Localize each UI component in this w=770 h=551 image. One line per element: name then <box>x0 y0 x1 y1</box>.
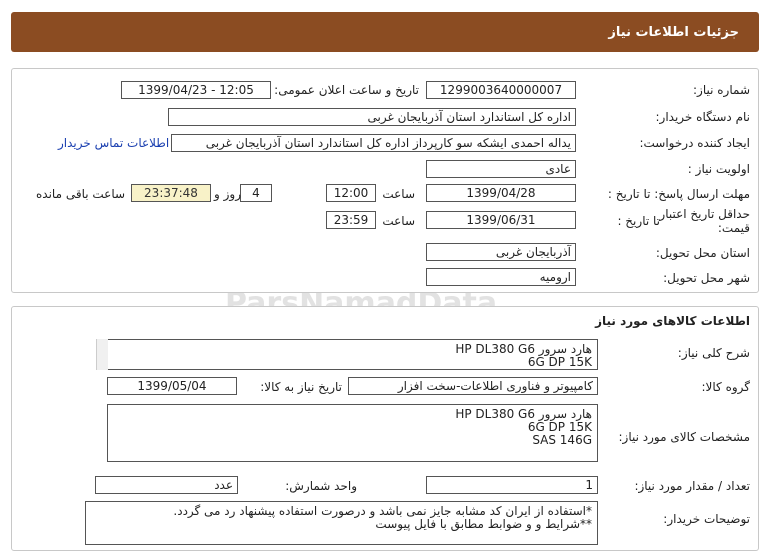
description-label: شرح کلی نیاز: <box>677 346 750 360</box>
goods-section-title: اطلاعات کالاهای مورد نیاز <box>595 314 750 328</box>
validity-label-line1: حداقل تاریخ اعتبار <box>659 207 750 221</box>
buyer-field: اداره کل استاندارد استان آذربایجان غربی <box>168 108 576 126</box>
page-header: جزئیات اطلاعات نیاز <box>11 12 759 52</box>
quantity-field: 1 <box>426 476 598 494</box>
remaining-time-field: 23:37:48 <box>131 184 211 202</box>
need-number-label: شماره نیاز: <box>693 83 750 97</box>
deadline-date-field: 1399/04/28 <box>426 184 576 202</box>
city-label: شهر محل تحویل: <box>663 271 750 285</box>
days-remaining-field: 4 <box>240 184 272 202</box>
need-number-field: 1299003640000007 <box>426 81 576 99</box>
need-date-label: تاریخ نیاز به کالا: <box>260 380 342 394</box>
unit-field: عدد <box>95 476 238 494</box>
description-line-1: هارد سرور HP DL380 G6 <box>455 342 592 356</box>
deadline-label: مهلت ارسال پاسخ: تا تاریخ : <box>607 187 750 201</box>
buyer-notes-line-2: **شرایط و و ضوابط مطابق با فایل پیوست <box>375 517 592 531</box>
buyer-notes-field: *استفاده از ایران کد مشابه جایز نمی باشد… <box>85 501 598 545</box>
description-scrollbar[interactable] <box>96 339 108 370</box>
contact-buyer-link[interactable]: اطلاعات تماس خریدار <box>58 136 169 150</box>
spec-label: مشخصات کالای مورد نیاز: <box>618 430 750 444</box>
days-label: روز و <box>214 187 241 201</box>
spec-field: هارد سرور HP DL380 G6 6G DP 15K SAS 146G <box>107 404 598 462</box>
spec-line-1: هارد سرور HP DL380 G6 <box>455 407 592 421</box>
buyer-label: نام دستگاه خریدار: <box>655 110 751 124</box>
announce-field: 1399/04/23 - 12:05 <box>121 81 271 99</box>
spec-line-3: SAS 146G <box>532 433 592 447</box>
quantity-label: تعداد / مقدار مورد نیاز: <box>634 479 750 493</box>
validity-to-label: تا تاریخ : <box>617 214 660 228</box>
unit-label: واحد شمارش: <box>285 479 357 493</box>
info-panel <box>11 68 759 293</box>
validity-time-label: ساعت <box>382 214 415 228</box>
remaining-label: ساعت باقی مانده <box>36 187 126 201</box>
city-field: ارومیه <box>426 268 576 286</box>
requester-label: ایجاد کننده درخواست: <box>639 136 750 150</box>
deadline-time-label: ساعت <box>382 187 415 201</box>
goods-group-label: گروه کالا: <box>701 380 751 394</box>
priority-field: عادی <box>426 160 576 178</box>
validity-time-field: 23:59 <box>326 211 376 229</box>
description-field: هارد سرور HP DL380 G6 6G DP 15K <box>107 339 598 370</box>
goods-group-field: کامپیوتر و فناوری اطلاعات-سخت افزار <box>348 377 598 395</box>
validity-label-line2: قیمت: <box>717 221 750 235</box>
page-title: جزئیات اطلاعات نیاز <box>608 24 739 40</box>
province-label: استان محل تحویل: <box>655 246 750 260</box>
requester-field: یداله احمدی ایشکه سو کارپرداز اداره کل ا… <box>171 134 576 152</box>
announce-label: تاریخ و ساعت اعلان عمومی: <box>274 83 419 97</box>
description-line-2: 6G DP 15K <box>527 355 592 369</box>
buyer-notes-label: توضیحات خریدار: <box>663 512 750 526</box>
spec-line-2: 6G DP 15K <box>527 420 592 434</box>
validity-date-field: 1399/06/31 <box>426 211 576 229</box>
priority-label: اولویت نیاز : <box>687 162 750 176</box>
province-field: آذربایجان غربی <box>426 243 576 261</box>
need-date-field: 1399/05/04 <box>107 377 237 395</box>
deadline-time-field: 12:00 <box>326 184 376 202</box>
